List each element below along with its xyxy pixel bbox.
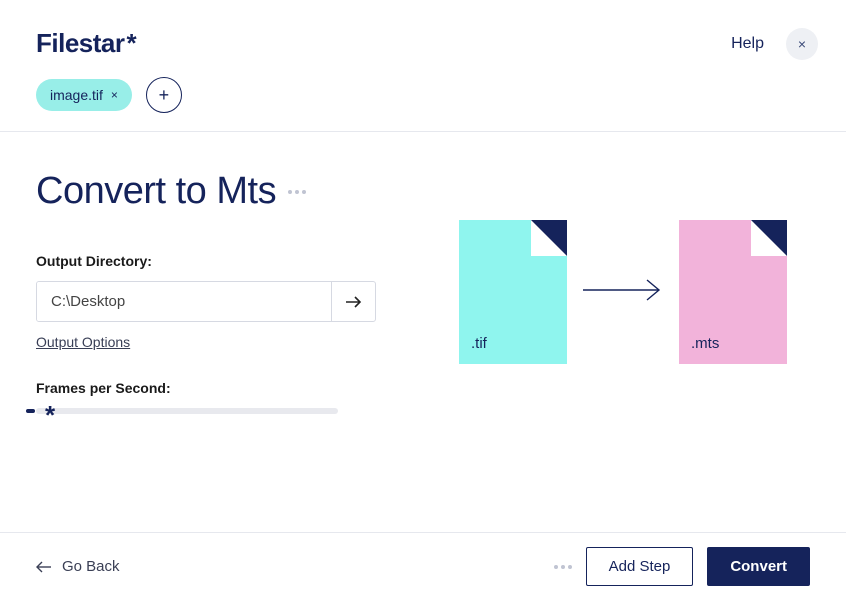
source-file-tile: .tif xyxy=(459,220,567,364)
dot xyxy=(554,565,558,569)
header: Filestar* image.tif × + Help × xyxy=(0,0,846,113)
fps-slider-thumb[interactable]: * xyxy=(36,403,64,419)
diagram-column: .tif .mts xyxy=(436,170,810,414)
conversion-diagram: .tif .mts xyxy=(459,220,787,364)
title-row: Convert to Mts xyxy=(36,170,376,213)
help-link[interactable]: Help xyxy=(731,35,764,53)
output-options-link[interactable]: Output Options xyxy=(36,334,130,350)
output-directory-label: Output Directory: xyxy=(36,253,376,269)
dot xyxy=(295,190,299,194)
convert-button[interactable]: Convert xyxy=(707,547,810,586)
arrow-left-icon xyxy=(36,561,52,573)
logo-asterisk: * xyxy=(127,28,137,58)
file-chip[interactable]: image.tif × xyxy=(36,79,132,111)
file-chip-label: image.tif xyxy=(50,87,103,103)
dot xyxy=(568,565,572,569)
footer-more-icon[interactable] xyxy=(554,565,572,569)
destination-file-tile: .mts xyxy=(679,220,787,364)
plus-icon: + xyxy=(159,85,170,106)
close-icon: × xyxy=(798,36,806,52)
logo: Filestar* xyxy=(36,28,182,59)
add-step-button[interactable]: Add Step xyxy=(586,547,694,586)
fps-label: Frames per Second: xyxy=(36,380,376,396)
remove-file-icon[interactable]: × xyxy=(111,88,118,102)
close-button[interactable]: × xyxy=(786,28,818,60)
more-icon[interactable] xyxy=(288,190,306,194)
add-file-button[interactable]: + xyxy=(146,77,182,113)
output-directory-input[interactable] xyxy=(37,282,331,321)
main-content: Convert to Mts Output Directory: Output … xyxy=(0,132,846,414)
destination-ext-label: .mts xyxy=(691,335,719,352)
header-right: Help × xyxy=(731,28,818,60)
header-left: Filestar* image.tif × + xyxy=(36,28,182,113)
page-title: Convert to Mts xyxy=(36,170,276,213)
dot xyxy=(302,190,306,194)
footer: Go Back Add Step Convert xyxy=(0,532,846,600)
settings-column: Convert to Mts Output Directory: Output … xyxy=(36,170,376,414)
footer-actions: Add Step Convert xyxy=(554,547,810,586)
dot xyxy=(288,190,292,194)
go-back-button[interactable]: Go Back xyxy=(36,558,120,575)
arrow-right-icon xyxy=(345,295,363,309)
arrow-right-icon xyxy=(581,278,665,307)
file-chip-row: image.tif × + xyxy=(36,77,182,113)
logo-text: Filestar xyxy=(36,28,125,58)
asterisk-icon: * xyxy=(45,400,55,431)
fps-slider-wrap: * xyxy=(36,408,376,414)
output-directory-row xyxy=(36,281,376,322)
browse-directory-button[interactable] xyxy=(331,282,375,321)
go-back-label: Go Back xyxy=(62,558,120,575)
fps-slider[interactable]: * xyxy=(36,408,338,414)
dot xyxy=(561,565,565,569)
source-ext-label: .tif xyxy=(471,335,487,352)
